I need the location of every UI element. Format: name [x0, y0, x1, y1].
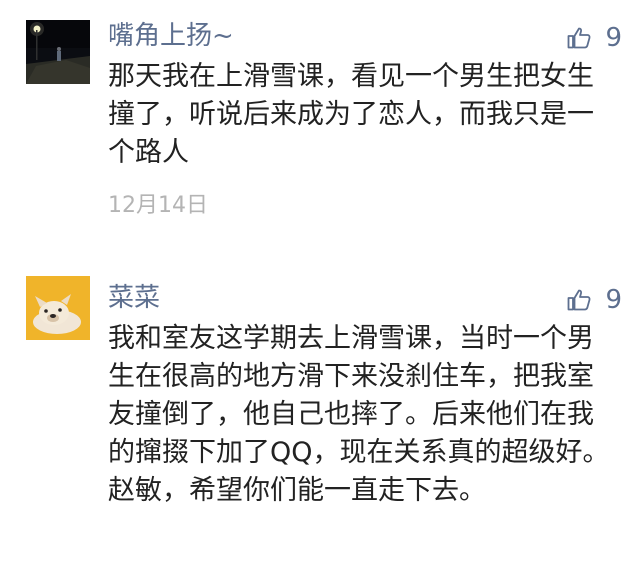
comment-item: 嘴角上扬~ 9 那天我在上滑雪课，看见一个男生把女生撞了，听说后来成为了恋人，而… — [0, 0, 640, 240]
like-count: 9 — [605, 285, 622, 315]
bulldog-photo-avatar — [26, 276, 90, 340]
comment-date: 12月14日 — [108, 193, 208, 218]
comment-username[interactable]: 嘴角上扬~ — [108, 20, 234, 52]
avatar[interactable] — [26, 276, 90, 340]
thumbs-up-icon — [568, 289, 591, 311]
comment-username[interactable]: 菜菜 — [108, 282, 160, 314]
thumbs-up-icon — [568, 27, 591, 49]
like-count: 9 — [605, 23, 622, 53]
like-button[interactable]: 9 — [567, 22, 622, 54]
comment-text: 那天我在上滑雪课，看见一个男生把女生撞了，听说后来成为了恋人，而我只是一个路人 — [108, 61, 594, 168]
avatar[interactable] — [26, 20, 90, 84]
comment-item: 菜菜 9 我和室友这学期去上滑雪课，当时一个男生在很高的地方滑下来没刹住车，把我… — [0, 272, 640, 575]
night-court-photo-avatar — [26, 20, 90, 84]
comment-text: 我和室友这学期去上滑雪课，当时一个男生在很高的地方滑下来没刹住车，把我室友撞倒了… — [108, 323, 610, 506]
like-button[interactable]: 9 — [567, 284, 622, 316]
